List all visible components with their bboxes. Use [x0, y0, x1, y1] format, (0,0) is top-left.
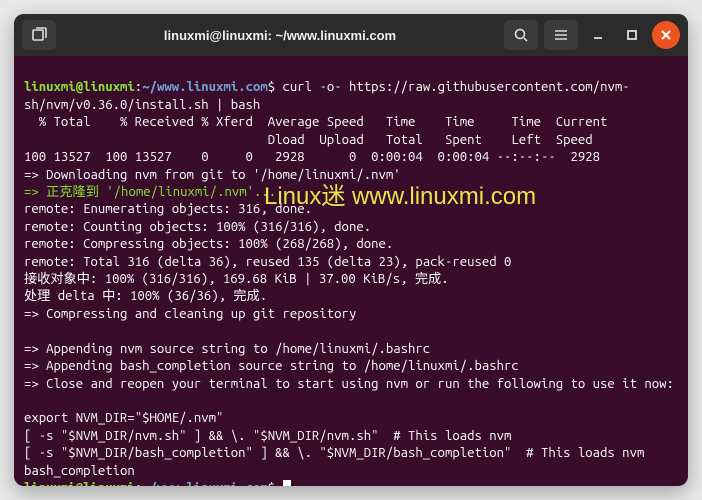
prompt-user: linuxmi [24, 80, 76, 94]
out-delta: 处理 delta 中: 100% (36/36), 完成. [24, 289, 267, 303]
titlebar: linuxmi@linuxmi: ~/www.linuxmi.com [14, 14, 688, 56]
out-header2: Dload Upload Total Spent Left Speed [24, 133, 593, 147]
menu-button[interactable] [544, 20, 578, 50]
out-header1: % Total % Received % Xferd Average Speed… [24, 115, 607, 129]
prompt-path: ~/www.linuxmi.com [142, 80, 268, 94]
out-close: => Close and reopen your terminal to sta… [24, 377, 674, 391]
close-icon [660, 29, 672, 41]
new-tab-button[interactable] [22, 20, 56, 50]
maximize-button[interactable] [618, 21, 646, 49]
prompt-at: @ [76, 80, 83, 94]
out-exp: export NVM_DIR="$HOME/.nvm" [24, 411, 223, 425]
prompt-dollar: $ [268, 80, 275, 94]
window-title: linuxmi@linuxmi: ~/www.linuxmi.com [62, 28, 498, 43]
maximize-icon [626, 29, 638, 41]
out-r1: remote: Enumerating objects: 316, done. [24, 202, 312, 216]
cursor [283, 480, 291, 486]
out-r4: remote: Total 316 (delta 36), reused 135… [24, 255, 511, 269]
prompt-host: linuxmi [83, 80, 135, 94]
out-l2: [ -s "$NVM_DIR/bash_completion" ] && \. … [24, 446, 652, 477]
out-app2: => Appending bash_completion source stri… [24, 359, 519, 373]
terminal-window: linuxmi@linuxmi: ~/www.linuxmi.com linux… [14, 14, 688, 486]
out-app1: => Appending nvm source string to /home/… [24, 342, 430, 356]
out-r3: remote: Compressing objects: 100% (268/2… [24, 237, 393, 251]
prompt2-host: linuxmi [83, 481, 135, 486]
out-recv: 接收对象中: 100% (316/316), 169.68 KiB | 37.0… [24, 272, 449, 286]
prompt2-user: linuxmi [24, 481, 76, 486]
prompt2-at: @ [76, 481, 83, 486]
out-clone: => 正克隆到 '/home/linuxmi/.nvm'... [24, 185, 276, 199]
terminal-body[interactable]: linuxmi@linuxmi:~/www.linuxmi.com$ curl … [14, 56, 688, 486]
search-icon [513, 27, 529, 43]
close-button[interactable] [652, 21, 680, 49]
out-progress: 100 13527 100 13527 0 0 2928 0 0:00:04 0… [24, 150, 600, 164]
minimize-icon [592, 29, 604, 41]
out-compress: => Compressing and cleaning up git repos… [24, 307, 356, 321]
out-r2: remote: Counting objects: 100% (316/316)… [24, 220, 371, 234]
hamburger-icon [553, 27, 569, 43]
search-button[interactable] [504, 20, 538, 50]
prompt2-dollar: $ [268, 481, 275, 486]
minimize-button[interactable] [584, 21, 612, 49]
prompt2-path: ~/www.linuxmi.com [142, 481, 268, 486]
out-dl: => Downloading nvm from git to '/home/li… [24, 168, 401, 182]
out-l1: [ -s "$NVM_DIR/nvm.sh" ] && \. "$NVM_DIR… [24, 429, 511, 443]
